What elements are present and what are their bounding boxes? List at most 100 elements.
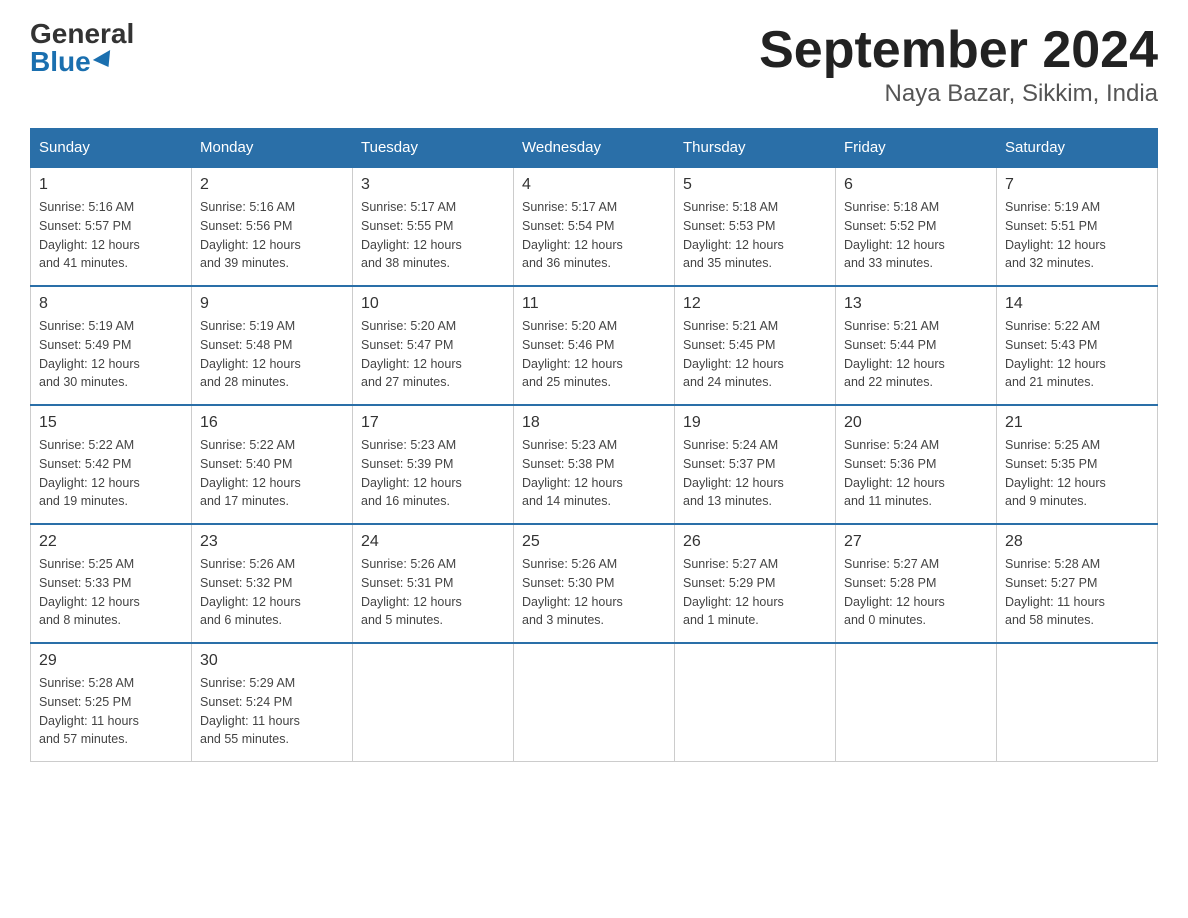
day-info: Sunrise: 5:28 AM Sunset: 5:25 PM Dayligh… bbox=[39, 674, 183, 749]
day-number: 10 bbox=[361, 295, 505, 313]
logo: General Blue bbox=[30, 20, 134, 76]
calendar-cell: 13 Sunrise: 5:21 AM Sunset: 5:44 PM Dayli… bbox=[836, 286, 997, 405]
day-number: 16 bbox=[200, 414, 344, 432]
day-number: 8 bbox=[39, 295, 183, 313]
calendar-cell: 23 Sunrise: 5:26 AM Sunset: 5:32 PM Dayli… bbox=[192, 524, 353, 643]
day-info: Sunrise: 5:22 AM Sunset: 5:42 PM Dayligh… bbox=[39, 436, 183, 511]
day-number: 6 bbox=[844, 176, 988, 194]
day-info: Sunrise: 5:25 AM Sunset: 5:35 PM Dayligh… bbox=[1005, 436, 1149, 511]
calendar-cell: 15Sunrise: 5:22 AM Sunset: 5:42 PM Dayli… bbox=[31, 405, 192, 524]
calendar-cell: 26 Sunrise: 5:27 AM Sunset: 5:29 PM Dayli… bbox=[675, 524, 836, 643]
logo-general: General bbox=[30, 20, 134, 48]
day-info: Sunrise: 5:27 AM Sunset: 5:28 PM Dayligh… bbox=[844, 555, 988, 630]
calendar-cell bbox=[353, 643, 514, 762]
day-number: 13 bbox=[844, 295, 988, 313]
day-number: 26 bbox=[683, 533, 827, 551]
day-info: Sunrise: 5:21 AM Sunset: 5:45 PM Dayligh… bbox=[683, 317, 827, 392]
calendar-cell: 24Sunrise: 5:26 AM Sunset: 5:31 PM Dayli… bbox=[353, 524, 514, 643]
day-number: 22 bbox=[39, 533, 183, 551]
page-header: General Blue September 2024 Naya Bazar, … bbox=[30, 20, 1158, 108]
calendar-cell bbox=[514, 643, 675, 762]
calendar-week-row: 1Sunrise: 5:16 AM Sunset: 5:57 PM Daylig… bbox=[31, 167, 1158, 286]
day-info: Sunrise: 5:18 AM Sunset: 5:52 PM Dayligh… bbox=[844, 198, 988, 273]
calendar-week-row: 22Sunrise: 5:25 AM Sunset: 5:33 PM Dayli… bbox=[31, 524, 1158, 643]
calendar-cell: 14 Sunrise: 5:22 AM Sunset: 5:43 PM Dayli… bbox=[997, 286, 1158, 405]
day-info: Sunrise: 5:18 AM Sunset: 5:53 PM Dayligh… bbox=[683, 198, 827, 273]
day-number: 3 bbox=[361, 176, 505, 194]
calendar-cell: 6 Sunrise: 5:18 AM Sunset: 5:52 PM Daylig… bbox=[836, 167, 997, 286]
day-info: Sunrise: 5:23 AM Sunset: 5:39 PM Dayligh… bbox=[361, 436, 505, 511]
day-info: Sunrise: 5:19 AM Sunset: 5:49 PM Dayligh… bbox=[39, 317, 183, 392]
day-info: Sunrise: 5:21 AM Sunset: 5:44 PM Dayligh… bbox=[844, 317, 988, 392]
calendar-cell: 10 Sunrise: 5:20 AM Sunset: 5:47 PM Dayli… bbox=[353, 286, 514, 405]
calendar-cell: 5Sunrise: 5:18 AM Sunset: 5:53 PM Daylig… bbox=[675, 167, 836, 286]
calendar-cell: 4Sunrise: 5:17 AM Sunset: 5:54 PM Daylig… bbox=[514, 167, 675, 286]
column-header-tuesday: Tuesday bbox=[353, 129, 514, 168]
day-info: Sunrise: 5:16 AM Sunset: 5:56 PM Dayligh… bbox=[200, 198, 344, 273]
day-info: Sunrise: 5:23 AM Sunset: 5:38 PM Dayligh… bbox=[522, 436, 666, 511]
day-info: Sunrise: 5:22 AM Sunset: 5:40 PM Dayligh… bbox=[200, 436, 344, 511]
day-info: Sunrise: 5:17 AM Sunset: 5:54 PM Dayligh… bbox=[522, 198, 666, 273]
calendar-cell: 1Sunrise: 5:16 AM Sunset: 5:57 PM Daylig… bbox=[31, 167, 192, 286]
day-info: Sunrise: 5:20 AM Sunset: 5:46 PM Dayligh… bbox=[522, 317, 666, 392]
day-info: Sunrise: 5:26 AM Sunset: 5:32 PM Dayligh… bbox=[200, 555, 344, 630]
day-number: 7 bbox=[1005, 176, 1149, 194]
calendar-cell: 11 Sunrise: 5:20 AM Sunset: 5:46 PM Dayli… bbox=[514, 286, 675, 405]
day-number: 27 bbox=[844, 533, 988, 551]
calendar-subtitle: Naya Bazar, Sikkim, India bbox=[759, 80, 1158, 108]
day-number: 25 bbox=[522, 533, 666, 551]
column-header-monday: Monday bbox=[192, 129, 353, 168]
calendar-cell: 29 Sunrise: 5:28 AM Sunset: 5:25 PM Dayli… bbox=[31, 643, 192, 762]
column-header-friday: Friday bbox=[836, 129, 997, 168]
column-header-wednesday: Wednesday bbox=[514, 129, 675, 168]
day-info: Sunrise: 5:20 AM Sunset: 5:47 PM Dayligh… bbox=[361, 317, 505, 392]
day-info: Sunrise: 5:22 AM Sunset: 5:43 PM Dayligh… bbox=[1005, 317, 1149, 392]
day-number: 19 bbox=[683, 414, 827, 432]
logo-blue: Blue bbox=[30, 48, 134, 76]
calendar-cell: 16 Sunrise: 5:22 AM Sunset: 5:40 PM Dayli… bbox=[192, 405, 353, 524]
calendar-cell: 7Sunrise: 5:19 AM Sunset: 5:51 PM Daylig… bbox=[997, 167, 1158, 286]
calendar-cell: 30 Sunrise: 5:29 AM Sunset: 5:24 PM Dayli… bbox=[192, 643, 353, 762]
day-number: 1 bbox=[39, 176, 183, 194]
day-number: 14 bbox=[1005, 295, 1149, 313]
day-number: 24 bbox=[361, 533, 505, 551]
calendar-cell: 18 Sunrise: 5:23 AM Sunset: 5:38 PM Dayli… bbox=[514, 405, 675, 524]
calendar-cell: 20 Sunrise: 5:24 AM Sunset: 5:36 PM Dayli… bbox=[836, 405, 997, 524]
calendar-cell: 21 Sunrise: 5:25 AM Sunset: 5:35 PM Dayli… bbox=[997, 405, 1158, 524]
calendar-cell: 19 Sunrise: 5:24 AM Sunset: 5:37 PM Dayli… bbox=[675, 405, 836, 524]
day-info: Sunrise: 5:29 AM Sunset: 5:24 PM Dayligh… bbox=[200, 674, 344, 749]
day-number: 21 bbox=[1005, 414, 1149, 432]
day-number: 11 bbox=[522, 295, 666, 313]
day-info: Sunrise: 5:26 AM Sunset: 5:30 PM Dayligh… bbox=[522, 555, 666, 630]
day-number: 20 bbox=[844, 414, 988, 432]
calendar-cell: 22Sunrise: 5:25 AM Sunset: 5:33 PM Dayli… bbox=[31, 524, 192, 643]
calendar-cell bbox=[997, 643, 1158, 762]
column-header-sunday: Sunday bbox=[31, 129, 192, 168]
day-number: 29 bbox=[39, 652, 183, 670]
day-number: 17 bbox=[361, 414, 505, 432]
day-number: 18 bbox=[522, 414, 666, 432]
day-number: 2 bbox=[200, 176, 344, 194]
column-header-thursday: Thursday bbox=[675, 129, 836, 168]
calendar-cell: 12 Sunrise: 5:21 AM Sunset: 5:45 PM Dayli… bbox=[675, 286, 836, 405]
calendar-cell: 25 Sunrise: 5:26 AM Sunset: 5:30 PM Dayli… bbox=[514, 524, 675, 643]
calendar-cell: 8 Sunrise: 5:19 AM Sunset: 5:49 PM Daylig… bbox=[31, 286, 192, 405]
day-number: 28 bbox=[1005, 533, 1149, 551]
day-info: Sunrise: 5:17 AM Sunset: 5:55 PM Dayligh… bbox=[361, 198, 505, 273]
day-number: 12 bbox=[683, 295, 827, 313]
logo-arrow-icon bbox=[93, 50, 117, 72]
calendar-week-row: 15Sunrise: 5:22 AM Sunset: 5:42 PM Dayli… bbox=[31, 405, 1158, 524]
calendar-cell: 27 Sunrise: 5:27 AM Sunset: 5:28 PM Dayli… bbox=[836, 524, 997, 643]
day-number: 30 bbox=[200, 652, 344, 670]
calendar-cell: 28Sunrise: 5:28 AM Sunset: 5:27 PM Dayli… bbox=[997, 524, 1158, 643]
day-info: Sunrise: 5:24 AM Sunset: 5:36 PM Dayligh… bbox=[844, 436, 988, 511]
calendar-table: SundayMondayTuesdayWednesdayThursdayFrid… bbox=[30, 128, 1158, 762]
calendar-cell bbox=[675, 643, 836, 762]
calendar-cell: 2 Sunrise: 5:16 AM Sunset: 5:56 PM Daylig… bbox=[192, 167, 353, 286]
calendar-title: September 2024 bbox=[759, 20, 1158, 80]
day-info: Sunrise: 5:24 AM Sunset: 5:37 PM Dayligh… bbox=[683, 436, 827, 511]
calendar-week-row: 29 Sunrise: 5:28 AM Sunset: 5:25 PM Dayli… bbox=[31, 643, 1158, 762]
column-header-saturday: Saturday bbox=[997, 129, 1158, 168]
day-number: 23 bbox=[200, 533, 344, 551]
day-info: Sunrise: 5:27 AM Sunset: 5:29 PM Dayligh… bbox=[683, 555, 827, 630]
